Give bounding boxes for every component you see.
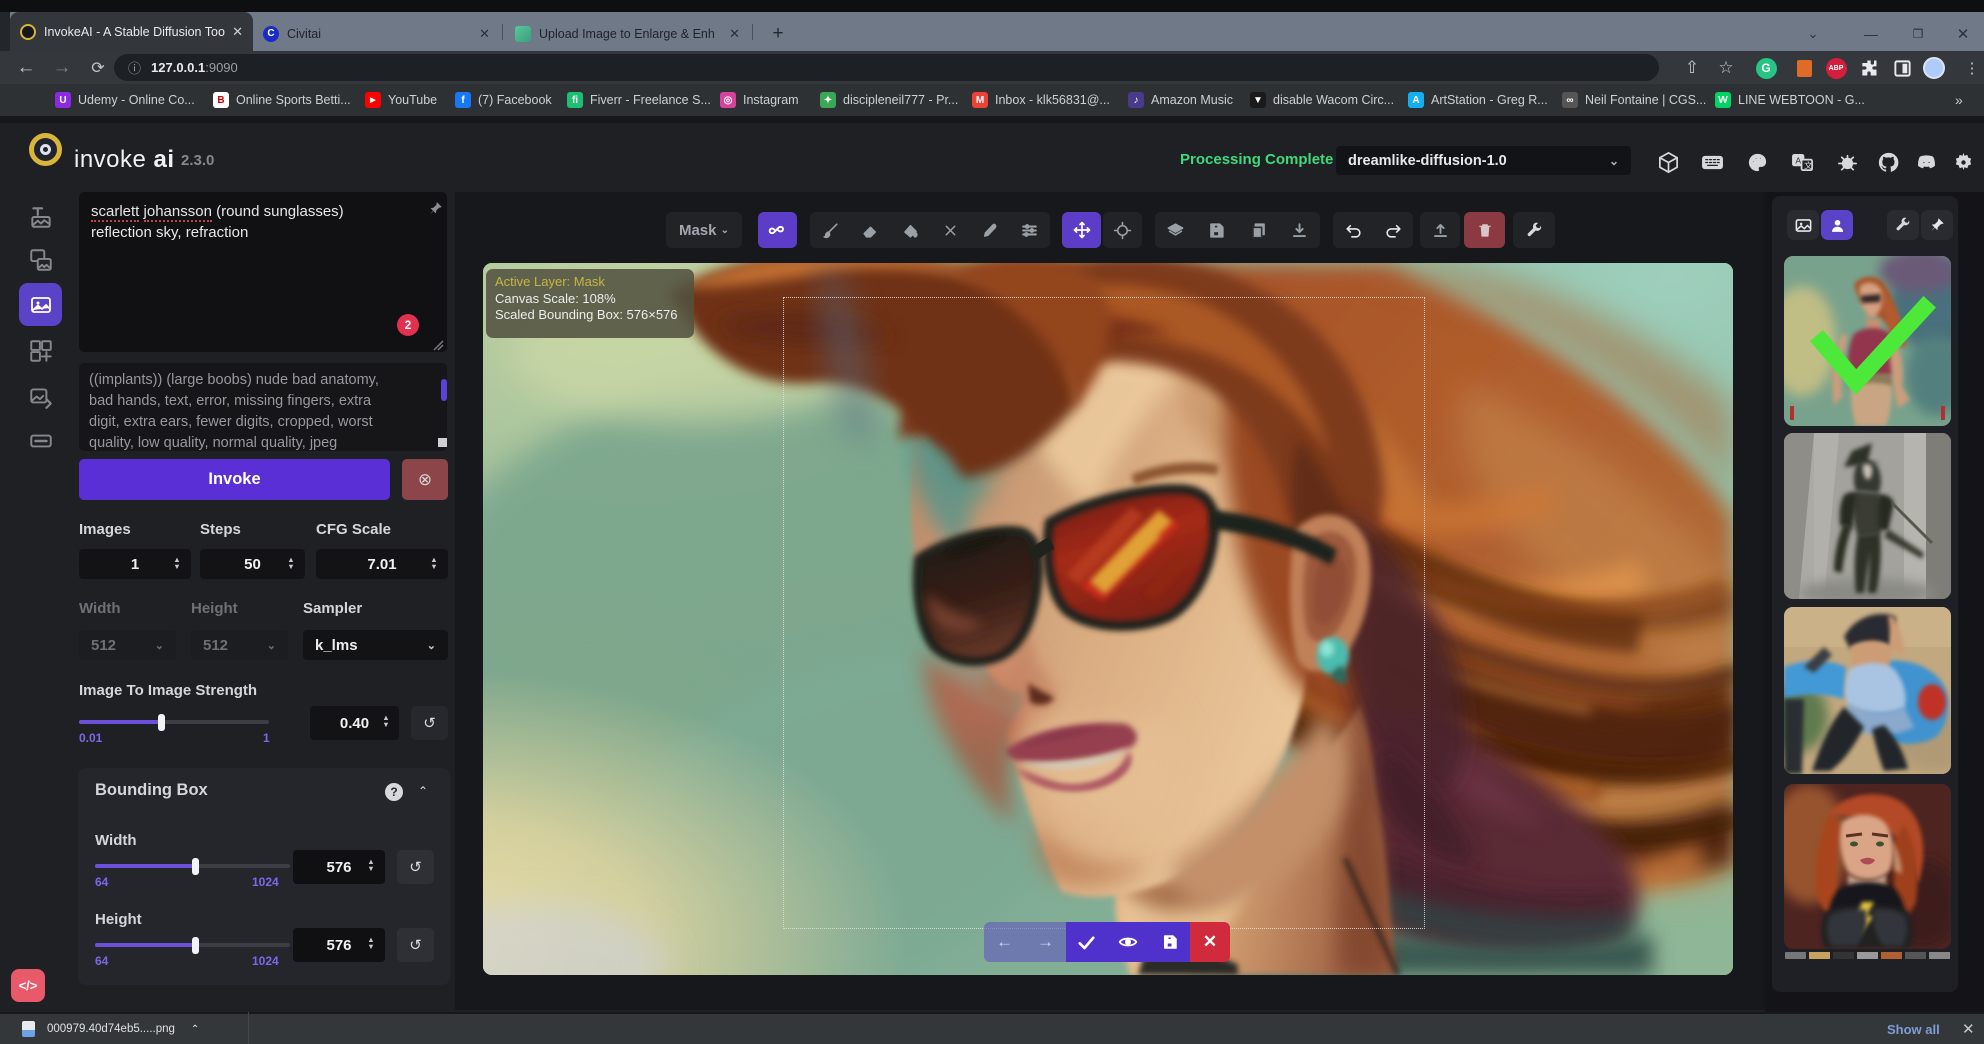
svg-text:A: A bbox=[1795, 155, 1801, 165]
svg-text:文: 文 bbox=[1803, 159, 1812, 170]
